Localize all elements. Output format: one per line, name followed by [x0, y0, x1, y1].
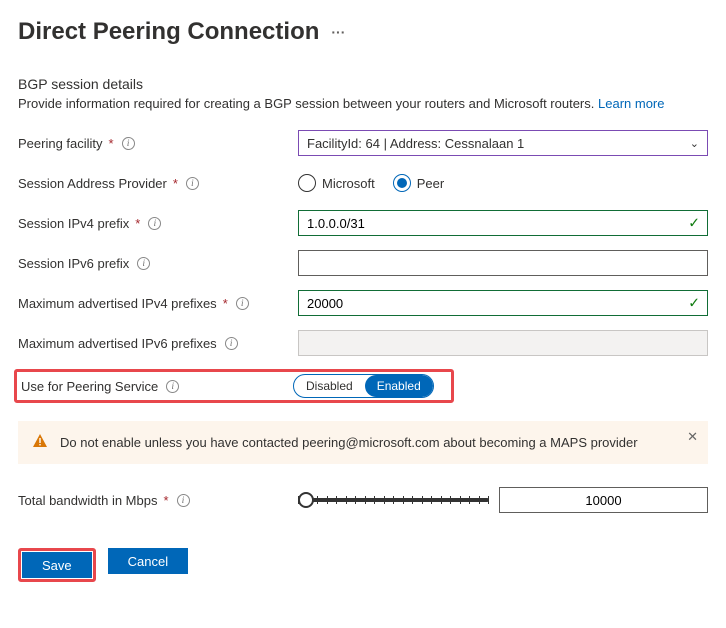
- max6-label: Maximum advertised IPv6 prefixes: [18, 336, 217, 351]
- info-icon[interactable]: i: [186, 177, 199, 190]
- bandwidth-label: Total bandwidth in Mbps: [18, 493, 157, 508]
- ipv4-input[interactable]: [298, 210, 708, 236]
- warning-alert: Do not enable unless you have contacted …: [18, 421, 708, 464]
- warning-icon: [32, 433, 48, 452]
- peering-service-highlight: Use for Peering Service i Disabled Enabl…: [14, 369, 454, 403]
- facility-value: FacilityId: 64 | Address: Cessnalaan 1: [307, 136, 524, 151]
- save-button[interactable]: Save: [22, 552, 92, 578]
- peering-service-label: Use for Peering Service: [21, 379, 158, 394]
- bandwidth-slider[interactable]: [298, 488, 489, 512]
- ipv6-label: Session IPv6 prefix: [18, 256, 129, 271]
- toggle-enabled: Enabled: [365, 375, 433, 397]
- provider-opt-microsoft: Microsoft: [322, 176, 375, 191]
- save-highlight: Save: [18, 548, 96, 582]
- ipv4-label: Session IPv4 prefix: [18, 216, 129, 231]
- close-icon[interactable]: ✕: [687, 429, 698, 445]
- required-mark: *: [173, 176, 178, 191]
- section-heading: BGP session details: [18, 76, 708, 92]
- more-icon[interactable]: ···: [331, 24, 345, 40]
- info-icon[interactable]: i: [225, 337, 238, 350]
- section-sub: Provide information required for creatin…: [18, 96, 708, 111]
- provider-radio-peer[interactable]: Peer: [393, 174, 444, 192]
- required-mark: *: [109, 136, 114, 151]
- provider-radio-microsoft[interactable]: Microsoft: [298, 174, 375, 192]
- footer: Save Cancel: [18, 548, 708, 582]
- max4-label: Maximum advertised IPv4 prefixes: [18, 296, 217, 311]
- radio-icon: [298, 174, 316, 192]
- slider-thumb[interactable]: [298, 492, 314, 508]
- section-sub-text: Provide information required for creatin…: [18, 96, 594, 111]
- info-icon[interactable]: i: [137, 257, 150, 270]
- info-icon[interactable]: i: [148, 217, 161, 230]
- required-mark: *: [223, 296, 228, 311]
- bandwidth-input[interactable]: [499, 487, 708, 513]
- page-title-text: Direct Peering Connection: [18, 18, 319, 46]
- ipv6-input[interactable]: [298, 250, 708, 276]
- chevron-down-icon: ⌄: [690, 137, 699, 150]
- cancel-button[interactable]: Cancel: [108, 548, 188, 574]
- learn-more-link[interactable]: Learn more: [598, 96, 664, 111]
- toggle-disabled: Disabled: [294, 375, 365, 397]
- radio-icon: [393, 174, 411, 192]
- peering-service-toggle[interactable]: Disabled Enabled: [293, 374, 434, 398]
- provider-label: Session Address Provider: [18, 176, 167, 191]
- page-title: Direct Peering Connection ···: [18, 18, 708, 46]
- required-mark: *: [163, 493, 168, 508]
- facility-label: Peering facility: [18, 136, 103, 151]
- provider-opt-peer: Peer: [417, 176, 444, 191]
- info-icon[interactable]: i: [177, 494, 190, 507]
- info-icon[interactable]: i: [166, 380, 179, 393]
- max4-input[interactable]: [298, 290, 708, 316]
- info-icon[interactable]: i: [122, 137, 135, 150]
- facility-dropdown[interactable]: FacilityId: 64 | Address: Cessnalaan 1 ⌄: [298, 130, 708, 156]
- required-mark: *: [135, 216, 140, 231]
- alert-text: Do not enable unless you have contacted …: [60, 435, 638, 450]
- max6-input: [298, 330, 708, 356]
- info-icon[interactable]: i: [236, 297, 249, 310]
